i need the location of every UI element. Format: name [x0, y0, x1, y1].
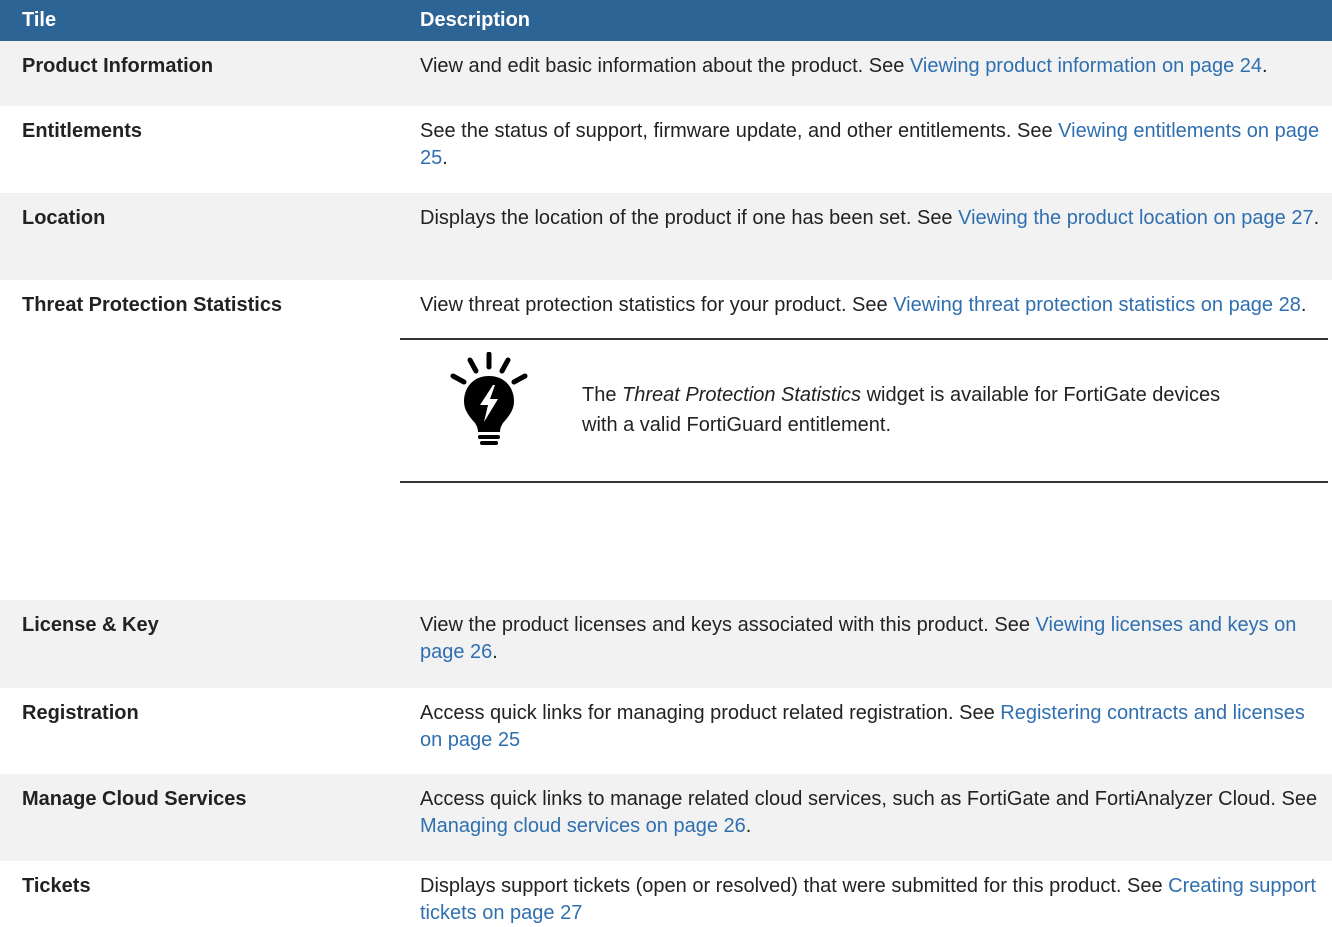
table-row: Product Information View and edit basic … [0, 41, 1332, 106]
description-text: See the status of support, firmware upda… [420, 120, 1059, 142]
description-suffix: . [1313, 207, 1320, 229]
table-row: Manage Cloud Services Access quick links… [0, 774, 1332, 861]
description-suffix: . [745, 815, 752, 837]
description-suffix: . [492, 641, 498, 663]
tile-name: Location [0, 193, 400, 280]
cross-reference-link[interactable]: Viewing product information on page 24 [910, 55, 1262, 77]
tiles-table: Tile Description Product Information Vie… [0, 0, 1332, 927]
tile-name: Product Information [0, 41, 400, 106]
tile-description: View the product licenses and keys assoc… [400, 600, 1332, 688]
tile-description: Access quick links to manage related clo… [400, 774, 1332, 861]
tile-name: Tickets [0, 861, 400, 927]
tile-name: Entitlements [0, 106, 400, 193]
table-row: Entitlements See the status of support, … [0, 106, 1332, 193]
table-row: License & Key View the product licenses … [0, 600, 1332, 688]
tile-name: Threat Protection Statistics [0, 280, 400, 600]
description-text: Access quick links for managing product … [420, 702, 1001, 724]
note-prefix: The [582, 384, 623, 406]
description-text: View and edit basic information about th… [420, 55, 910, 77]
note-emphasis: Threat Protection Statistics [622, 384, 862, 406]
tile-description: Displays support tickets (open or resolv… [400, 861, 1332, 927]
tile-description: Access quick links for managing product … [400, 688, 1332, 774]
description-text: Displays the location of the product if … [420, 207, 959, 229]
description-text: Displays support tickets (open or resolv… [420, 875, 1169, 897]
table-row: Registration Access quick links for mana… [0, 688, 1332, 774]
table-row: Location Displays the location of the pr… [0, 193, 1332, 280]
table-row: Threat Protection Statistics View threat… [0, 280, 1332, 600]
description-suffix: . [1262, 55, 1268, 77]
header-tile: Tile [0, 0, 400, 41]
tile-description: See the status of support, firmware upda… [400, 106, 1332, 193]
tile-description: View and edit basic information about th… [400, 41, 1332, 106]
table-row: Tickets Displays support tickets (open o… [0, 861, 1332, 927]
tile-name: Registration [0, 688, 400, 774]
description-text: View the product licenses and keys assoc… [420, 614, 1036, 636]
tile-description: View threat protection statistics for yo… [400, 280, 1332, 600]
lightbulb-icon [450, 352, 528, 445]
note-box: The Threat Protection Statistics widget … [400, 338, 1328, 483]
description-text: View threat protection statistics for yo… [420, 294, 894, 316]
header-description: Description [400, 0, 1332, 41]
cross-reference-link[interactable]: Viewing the product location on page 27 [958, 207, 1313, 229]
cross-reference-link[interactable]: Viewing threat protection statistics on … [893, 294, 1301, 316]
table-header-row: Tile Description [0, 0, 1332, 41]
tile-name: Manage Cloud Services [0, 774, 400, 861]
note-text: The Threat Protection Statistics widget … [582, 380, 1232, 440]
description-text: Access quick links to manage related clo… [420, 788, 1318, 810]
tile-description: Displays the location of the product if … [400, 193, 1332, 280]
description-suffix: . [442, 147, 448, 169]
cross-reference-link[interactable]: Managing cloud services on page 26 [420, 815, 746, 837]
tile-name: License & Key [0, 600, 400, 688]
description-suffix: . [1300, 294, 1307, 316]
